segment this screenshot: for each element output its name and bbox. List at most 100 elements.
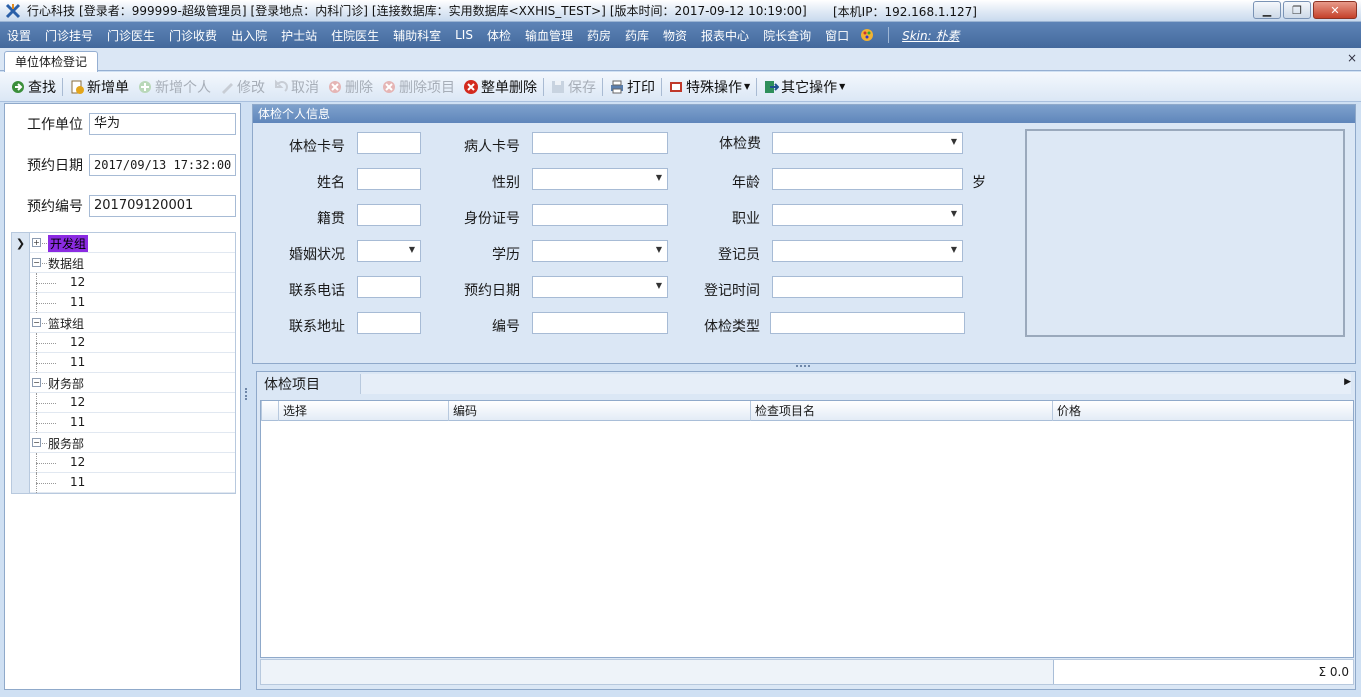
- age-input[interactable]: [772, 168, 963, 190]
- menu-admission[interactable]: 出入院: [224, 27, 274, 44]
- tree-row[interactable]: 11: [12, 413, 235, 433]
- tree-row[interactable]: 11: [12, 473, 235, 493]
- name-input[interactable]: [357, 168, 421, 190]
- save-button[interactable]: 保存: [546, 77, 600, 97]
- skin-link[interactable]: Skin: 朴素: [895, 27, 966, 44]
- delete-item-button[interactable]: 删除项目: [377, 77, 459, 97]
- tab-unit-exam-registration[interactable]: 单位体检登记: [4, 51, 99, 72]
- menu-settings[interactable]: 设置: [0, 27, 38, 44]
- menu-auxiliary-dept[interactable]: 辅助科室: [386, 27, 448, 44]
- address-input[interactable]: [357, 312, 421, 334]
- vertical-splitter[interactable]: [243, 103, 249, 690]
- menu-report-center[interactable]: 报表中心: [694, 27, 756, 44]
- column-select[interactable]: 选择: [278, 401, 448, 421]
- new-order-button[interactable]: 新增单: [65, 77, 133, 97]
- appt-date-input[interactable]: 2017/09/13 17:32:00: [89, 154, 236, 176]
- tree-node-label: 篮球组: [48, 317, 85, 331]
- maximize-button[interactable]: ❐: [1283, 1, 1311, 19]
- tree-row[interactable]: 12: [12, 393, 235, 413]
- version-info: [版本时间：2017-09-12 10:19:00]: [609, 4, 807, 18]
- cancel-label: 取消: [291, 79, 319, 96]
- tree-row[interactable]: 11: [12, 293, 235, 313]
- patient-card-input[interactable]: [532, 132, 668, 154]
- app-name: 行心科技: [27, 4, 76, 18]
- menu-outpatient-charge[interactable]: 门诊收费: [162, 27, 224, 44]
- column-item-name[interactable]: 检查项目名: [750, 401, 1052, 421]
- tree-connector: [36, 483, 56, 484]
- minimize-button[interactable]: ▁: [1253, 1, 1281, 19]
- tree-row[interactable]: − 篮球组: [12, 313, 235, 333]
- menu-outpatient-doctor[interactable]: 门诊医生: [100, 27, 162, 44]
- menu-physical-exam[interactable]: 体检: [480, 27, 518, 44]
- appt-date-row: 预约日期 2017/09/13 17:32:00: [5, 154, 236, 176]
- other-operations-dropdown[interactable]: 其它操作 ▼: [759, 77, 849, 97]
- appt-date-select[interactable]: ▼: [532, 276, 668, 298]
- tree-row[interactable]: − 数据组: [12, 253, 235, 273]
- menu-nurse-station[interactable]: 护士站: [274, 27, 324, 44]
- tree-row[interactable]: 12: [12, 273, 235, 293]
- menu-pharmacy[interactable]: 药房: [580, 27, 618, 44]
- undo-icon: [273, 79, 289, 95]
- delete-button[interactable]: 删除: [323, 77, 377, 97]
- skin-palette-icon[interactable]: [860, 28, 874, 42]
- close-button[interactable]: ✕: [1313, 1, 1357, 19]
- education-select[interactable]: ▼: [532, 240, 668, 262]
- modify-button[interactable]: 修改: [215, 77, 269, 97]
- menu-materials[interactable]: 物资: [656, 27, 694, 44]
- delete-order-button[interactable]: 整单删除: [459, 77, 541, 97]
- exam-type-input[interactable]: [770, 312, 965, 334]
- tree-row[interactable]: ❯ + 开发组: [12, 233, 235, 253]
- number-input[interactable]: [532, 312, 668, 334]
- collapse-icon[interactable]: −: [32, 438, 41, 447]
- id-no-input[interactable]: [532, 204, 668, 226]
- find-button[interactable]: 查找: [6, 77, 60, 97]
- card-no-input[interactable]: [357, 132, 421, 154]
- chevron-right-icon[interactable]: ▶: [1344, 377, 1351, 387]
- menu-director-query[interactable]: 院长查询: [756, 27, 818, 44]
- minimize-icon: ▁: [1262, 3, 1272, 17]
- registrar-label: 登记员: [718, 247, 760, 263]
- menu-outpatient-register[interactable]: 门诊挂号: [38, 27, 100, 44]
- work-unit-input[interactable]: 华为: [89, 113, 236, 135]
- origin-input[interactable]: [357, 204, 421, 226]
- menu-blood-transfusion[interactable]: 输血管理: [518, 27, 580, 44]
- tree-row[interactable]: 12: [12, 333, 235, 353]
- expand-icon[interactable]: +: [32, 238, 41, 247]
- tree-row[interactable]: − 财务部: [12, 373, 235, 393]
- gender-select[interactable]: ▼: [532, 168, 668, 190]
- horizontal-splitter[interactable]: [252, 364, 1356, 370]
- tree-row[interactable]: 12: [12, 453, 235, 473]
- menu-lis[interactable]: LIS: [448, 28, 480, 42]
- collapse-icon[interactable]: −: [32, 318, 41, 327]
- collapse-icon[interactable]: −: [32, 258, 41, 267]
- collapse-icon[interactable]: −: [32, 378, 41, 387]
- phone-input[interactable]: [357, 276, 421, 298]
- tree-connector: [36, 463, 56, 464]
- toolbar-separator: [756, 77, 758, 96]
- reg-time-input[interactable]: [772, 276, 963, 298]
- tree-node-label: 12: [70, 275, 86, 289]
- fee-select[interactable]: ▼: [772, 132, 963, 154]
- print-button[interactable]: 打印: [605, 77, 659, 97]
- column-price[interactable]: 价格: [1052, 401, 1353, 421]
- tree-row[interactable]: 11: [12, 353, 235, 373]
- address-label: 联系地址: [289, 319, 345, 335]
- marital-select[interactable]: ▼: [357, 240, 421, 262]
- new-person-button[interactable]: 新增个人: [133, 77, 215, 97]
- new-person-label: 新增个人: [155, 79, 211, 96]
- chevron-down-icon: ▼: [839, 82, 846, 91]
- menu-window[interactable]: 窗口: [818, 27, 856, 44]
- registrar-select[interactable]: ▼: [772, 240, 963, 262]
- print-label: 打印: [627, 79, 655, 96]
- menu-inpatient-doctor[interactable]: 住院医生: [324, 27, 386, 44]
- column-code[interactable]: 编码: [448, 401, 750, 421]
- appt-date-label: 预约日期: [27, 158, 83, 174]
- appt-no-input[interactable]: 201709120001: [89, 195, 236, 217]
- tab-close-icon[interactable]: ×: [1347, 51, 1357, 65]
- job-select[interactable]: ▼: [772, 204, 963, 226]
- tree-row[interactable]: − 服务部: [12, 433, 235, 453]
- pencil-icon: [219, 79, 235, 95]
- cancel-button[interactable]: 取消: [269, 77, 323, 97]
- special-operations-dropdown[interactable]: 特殊操作 ▼: [664, 77, 754, 97]
- menu-drug-store[interactable]: 药库: [618, 27, 656, 44]
